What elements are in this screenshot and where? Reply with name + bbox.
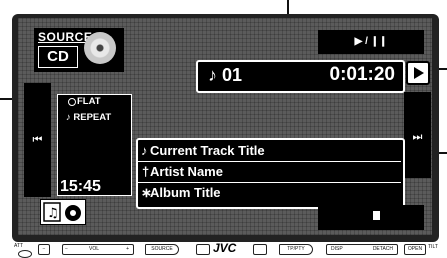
play-pause-button[interactable]: ▶ / ❙❙ [318, 30, 424, 54]
disp-button[interactable]: DISP DETACH [326, 244, 398, 255]
skip-back-icon: ⏮ [32, 134, 43, 147]
artist-icon: † [142, 164, 150, 179]
album-title: Album Title [150, 185, 221, 200]
brand-logo: JVC [213, 241, 237, 255]
minus-button[interactable]: − [38, 244, 50, 255]
music-note-icon: ♪ [141, 143, 148, 158]
elapsed-time: 0:01:20 [329, 64, 396, 85]
left-hw-button[interactable] [196, 244, 210, 255]
disp-label: DISP [331, 246, 343, 252]
source-hw-button[interactable]: SOURCE [145, 244, 179, 255]
vol-label: VOL [89, 246, 100, 252]
display-mode-button[interactable] [406, 61, 430, 85]
detach-label: DETACH [372, 246, 393, 252]
cd-disc-icon [84, 32, 116, 64]
volume-control[interactable]: − VOL + [62, 244, 134, 255]
att-button[interactable] [18, 250, 32, 258]
prev-track-button[interactable]: ⏮ [24, 83, 51, 197]
right-hw-button[interactable] [253, 244, 267, 255]
play-triangle-icon [414, 67, 424, 79]
repeat-label: ♪ REPEAT [66, 112, 112, 123]
vol-minus: − [65, 246, 68, 252]
svg-text:♫: ♫ [47, 206, 59, 221]
track-title-row: ♪ Current Track Title [138, 140, 401, 162]
artist-name: Artist Name [150, 164, 223, 179]
media-icon: ♫ [43, 202, 81, 222]
album-row: ∗ Album Title [138, 182, 401, 203]
stop-icon [373, 211, 380, 220]
skip-forward-icon: ⏭ [412, 130, 423, 143]
tilt-label: TILT [428, 244, 438, 250]
artist-row: † Artist Name [138, 161, 401, 183]
track-number: ♪ 01 [208, 65, 243, 85]
tp-pty-button[interactable]: TP/PTY [279, 244, 313, 255]
open-button[interactable]: OPEN [404, 244, 426, 255]
vol-plus: + [126, 246, 129, 252]
media-menu-button[interactable]: ♫ [40, 199, 86, 225]
source-value: CD [38, 46, 78, 68]
track-title: Current Track Title [150, 143, 265, 158]
stop-button[interactable] [318, 205, 424, 230]
sound-mode-label: FLAT [77, 96, 101, 107]
next-track-button[interactable]: ⏭ [404, 92, 431, 178]
clock: 15:45 [60, 178, 101, 195]
att-label: ATT [14, 243, 24, 249]
